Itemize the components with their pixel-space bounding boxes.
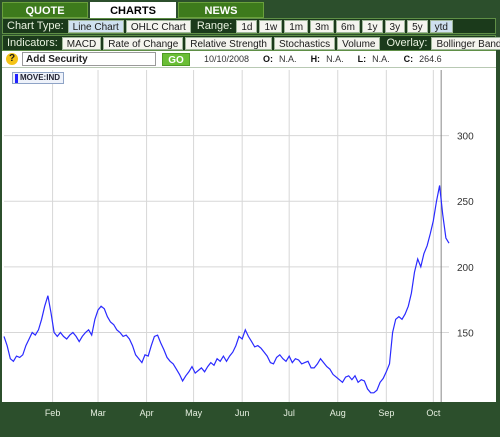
add-security-input[interactable] bbox=[22, 52, 156, 66]
overlay-bollinger-bands-button[interactable]: Bollinger Bands bbox=[431, 36, 500, 50]
range-1d-button[interactable]: 1d bbox=[236, 19, 258, 33]
ohlc-chart-button[interactable]: OHLC Chart bbox=[125, 19, 191, 33]
tab-quote[interactable]: QUOTE bbox=[2, 2, 88, 18]
x-tick-label: Apr bbox=[140, 408, 154, 418]
indicator-relative-strength-button[interactable]: Relative Strength bbox=[185, 36, 272, 50]
app-frame: QUOTE CHARTS NEWS Chart Type: Line Chart… bbox=[0, 0, 500, 437]
y-tick-label: 300 bbox=[457, 132, 474, 143]
y-tick-label: 250 bbox=[457, 197, 474, 208]
range-1m-button[interactable]: 1m bbox=[284, 19, 309, 33]
go-button[interactable]: GO bbox=[162, 52, 190, 66]
indicator-volume-button[interactable]: Volume bbox=[337, 36, 381, 50]
tab-news[interactable]: NEWS bbox=[178, 2, 264, 18]
open-quote: O: N.A. bbox=[263, 54, 297, 64]
y-tick-label: 200 bbox=[457, 263, 474, 274]
x-tick-label: Jul bbox=[283, 408, 295, 418]
x-tick-label: Jun bbox=[235, 408, 250, 418]
low-label: L: bbox=[357, 54, 367, 64]
range-1w-button[interactable]: 1w bbox=[259, 19, 283, 33]
x-tick-label: Oct bbox=[426, 408, 441, 418]
range-label: Range: bbox=[196, 20, 233, 32]
quote-date: 10/10/2008 bbox=[204, 54, 250, 64]
range-3m-button[interactable]: 3m bbox=[310, 19, 335, 33]
close-value: 264.6 bbox=[419, 54, 442, 64]
price-chart[interactable]: 150 200 250 300 Feb Mar Apr May Jun Jul Aug Sep Oct bbox=[2, 68, 496, 435]
help-icon[interactable]: ? bbox=[6, 53, 18, 65]
range-1y-button[interactable]: 1y bbox=[361, 19, 383, 33]
low-value: N.A. bbox=[372, 54, 390, 64]
security-row: ? GO 10/10/2008 O: N.A. H: N.A. L: N.A. C: 2… bbox=[2, 51, 496, 68]
high-value: N.A. bbox=[326, 54, 344, 64]
indicator-rate-of-change-button[interactable]: Rate of Change bbox=[103, 36, 184, 50]
open-label: O: bbox=[263, 54, 274, 64]
chart-panel[interactable]: 150 200 250 300 Feb Mar Apr May Jun Jul Aug Sep Oct … bbox=[2, 68, 496, 435]
chart-options-bar: Chart Type: Line Chart OHLC Chart Range:… bbox=[2, 18, 496, 34]
indicator-stochastics-button[interactable]: Stochastics bbox=[273, 36, 336, 50]
range-5y-button[interactable]: 5y bbox=[407, 19, 428, 33]
indicators-label: Indicators: bbox=[7, 37, 58, 49]
high-quote: H: N.A. bbox=[311, 54, 344, 64]
x-tick-label: May bbox=[185, 408, 203, 418]
indicator-macd-button[interactable]: MACD bbox=[61, 36, 102, 50]
chart-legend: MOVE:IND bbox=[12, 72, 64, 84]
y-tick-label: 150 bbox=[457, 328, 474, 339]
tab-bar: QUOTE CHARTS NEWS bbox=[2, 2, 266, 20]
high-label: H: bbox=[310, 54, 321, 64]
legend-swatch bbox=[15, 73, 18, 83]
close-quote: C: 264.6 bbox=[404, 54, 442, 64]
range-3y-button[interactable]: 3y bbox=[384, 19, 406, 33]
line-chart-button[interactable]: Line Chart bbox=[67, 19, 124, 33]
overlay-label: Overlay: bbox=[386, 37, 428, 49]
x-tick-label: Feb bbox=[45, 408, 61, 418]
range-6m-button[interactable]: 6m bbox=[336, 19, 360, 33]
low-quote: L: N.A. bbox=[358, 54, 390, 64]
open-value: N.A. bbox=[279, 54, 297, 64]
series-line bbox=[3, 185, 450, 394]
x-tick-label: Sep bbox=[378, 408, 394, 418]
x-axis-band bbox=[2, 402, 496, 435]
close-label: C: bbox=[403, 54, 414, 64]
indicators-bar: Indicators: MACD Rate of Change Relative… bbox=[2, 35, 500, 51]
x-tick-label: Mar bbox=[90, 408, 106, 418]
x-tick-label: Aug bbox=[330, 408, 346, 418]
chart-type-label: Chart Type: bbox=[7, 20, 64, 32]
range-ytd-button[interactable]: ytd bbox=[429, 19, 453, 33]
legend-label: MOVE:IND bbox=[20, 73, 60, 82]
